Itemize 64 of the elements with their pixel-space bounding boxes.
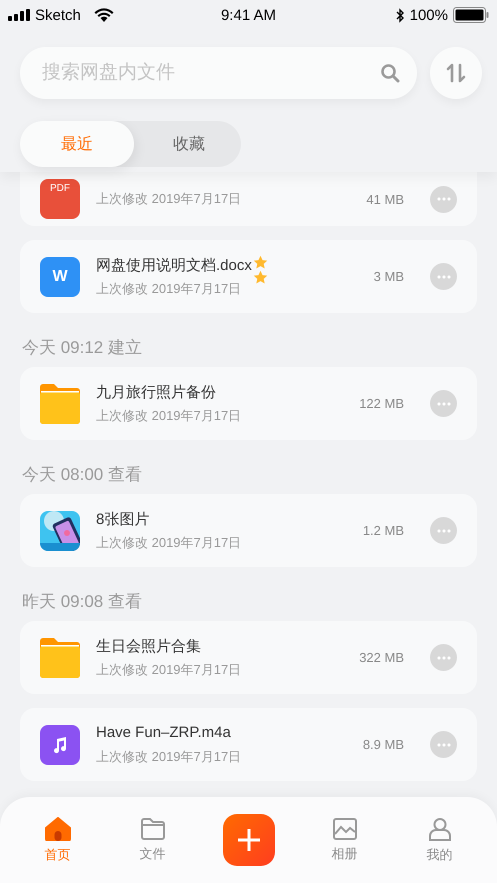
search-icon xyxy=(380,63,400,83)
file-name: 九月旅行照片备份 xyxy=(96,382,216,402)
file-size: 322 MB xyxy=(359,650,404,665)
section-label: 今天 09:12 建立 xyxy=(22,336,142,358)
file-name: 网盘使用说明文档.docx xyxy=(96,256,252,274)
more-button[interactable] xyxy=(430,263,457,290)
file-name: Have Fun–ZRP.m4a xyxy=(96,724,231,740)
more-button[interactable] xyxy=(430,186,457,212)
folder-icon xyxy=(40,384,80,424)
ellipsis-icon xyxy=(436,402,450,406)
home-icon xyxy=(44,816,70,840)
bluetooth-icon xyxy=(396,8,405,22)
file-size: 122 MB xyxy=(359,396,404,411)
file-card[interactable]: 生日会照片合集 上次修改 2019年7月17日 322 MB xyxy=(20,621,477,694)
ellipsis-icon xyxy=(436,656,450,660)
more-button[interactable] xyxy=(430,731,457,758)
modified-date: 上次修改 2019年7月17日 xyxy=(96,660,242,678)
file-size: 1.2 MB xyxy=(362,523,404,538)
ellipsis-icon xyxy=(436,528,450,532)
file-card[interactable]: W 网盘使用说明文档.docx 上次修改 2019年7月17日 3 MB xyxy=(20,240,477,313)
music-note-icon xyxy=(40,724,80,764)
folder-icon xyxy=(140,818,166,840)
file-size: 3 MB xyxy=(374,269,404,284)
tab[interactable]: 收藏 xyxy=(134,121,244,167)
ellipsis-icon xyxy=(436,274,450,278)
plus-icon xyxy=(236,827,262,853)
file-card[interactable]: Have Fun–ZRP.m4a 上次修改 2019年7月17日 8.9 MB xyxy=(20,708,477,781)
wifi-icon xyxy=(94,8,114,22)
file-size: 8.9 MB xyxy=(362,737,404,752)
sort-icon xyxy=(446,63,466,83)
file-name: 生日会照片合集 xyxy=(96,636,201,656)
nav-tab[interactable]: 相册 xyxy=(320,818,370,862)
nav-tab[interactable]: 首页 xyxy=(32,816,82,864)
file-name: 8张图片 xyxy=(96,510,150,528)
carrier-name: Sketch xyxy=(35,6,81,24)
pdf-file-icon: PDF xyxy=(40,179,80,219)
modified-date: 上次修改 2019年7月17日 xyxy=(96,190,242,208)
nav-tab[interactable]: 我的 xyxy=(414,816,464,864)
section-label: 今天 08:00 查看 xyxy=(22,464,142,486)
user-icon xyxy=(428,816,452,840)
signal-icon xyxy=(8,9,30,21)
modified-date: 上次修改 2019年7月17日 xyxy=(96,406,242,424)
tab[interactable]: 最近 xyxy=(20,121,134,167)
add-button[interactable] xyxy=(222,814,274,866)
battery-icon xyxy=(452,7,489,23)
modified-date: 上次修改 2019年7月17日 xyxy=(96,534,242,552)
more-button[interactable] xyxy=(430,644,457,671)
more-button[interactable] xyxy=(430,517,457,544)
section-label: 昨天 09:08 查看 xyxy=(22,590,142,612)
battery-percent: 100% xyxy=(410,6,448,24)
modified-date: 上次修改 2019年7月17日 xyxy=(96,748,242,766)
nav-tab[interactable]: 文件 xyxy=(128,818,178,862)
more-button[interactable] xyxy=(430,390,457,417)
clock-time: 9:41 AM xyxy=(220,6,276,24)
file-card[interactable]: PDF 上次修改 2019年7月17日 41 MB xyxy=(20,172,477,226)
document-file-icon: W xyxy=(40,256,80,296)
file-size: 41 MB xyxy=(366,192,404,206)
ellipsis-icon xyxy=(436,197,450,201)
image-icon xyxy=(332,818,358,840)
file-card[interactable]: 九月旅行照片备份 上次修改 2019年7月17日 122 MB xyxy=(20,367,477,440)
ellipsis-icon xyxy=(436,742,450,746)
modified-date: 上次修改 2019年7月17日 xyxy=(96,280,242,298)
folder-icon xyxy=(40,638,80,678)
file-card[interactable]: 8张图片 上次修改 2019年7月17日 1.2 MB xyxy=(20,494,477,567)
